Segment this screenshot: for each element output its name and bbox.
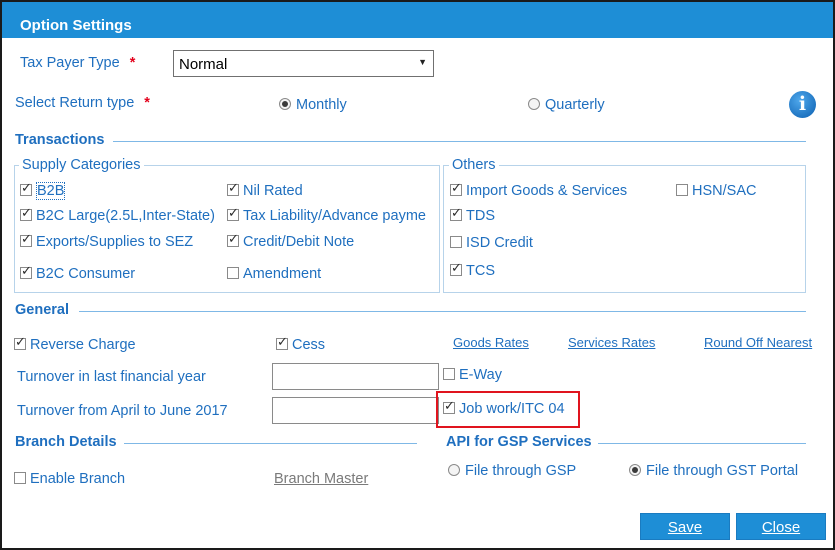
checkbox-label: Cess (292, 337, 326, 353)
checkbox-label: TDS (466, 208, 495, 224)
checkbox-label: B2C Consumer (36, 266, 136, 282)
option-settings-dialog: Option Settings Tax Payer Type * Normal ▼… (0, 0, 835, 550)
checkbox-reverse-charge[interactable]: Reverse Charge (14, 334, 136, 353)
branch-details-heading: Branch Details (15, 434, 117, 450)
api-gsp-heading: API for GSP Services (446, 434, 592, 450)
checkbox-credit-debit-note[interactable]: Credit/Debit Note (227, 231, 355, 250)
checkbox-tds[interactable]: TDS (450, 205, 495, 224)
turnover-last-year-label: Turnover in last financial year (17, 369, 206, 385)
general-divider (79, 311, 806, 312)
required-marker: * (129, 55, 136, 71)
services-rates-link[interactable]: Services Rates (568, 335, 655, 350)
transactions-heading: Transactions (15, 132, 105, 148)
turnover-april-june-input[interactable] (272, 397, 439, 424)
tax-payer-type-label: Tax Payer Type * (20, 55, 135, 71)
round-off-nearest-link[interactable]: Round Off Nearest (704, 335, 812, 350)
checkbox-unchecked-icon[interactable] (14, 472, 26, 484)
checkbox-nil-rated[interactable]: Nil Rated (227, 180, 303, 199)
checkbox-unchecked-icon[interactable] (676, 184, 688, 196)
checkbox-import-goods[interactable]: Import Goods & Services (450, 180, 628, 199)
tax-payer-type-text: Tax Payer Type (20, 55, 120, 71)
checkbox-eway[interactable]: E-Way (443, 367, 502, 383)
checkbox-label: Tax Liability/Advance payme (243, 208, 426, 224)
radio-quarterly[interactable]: Quarterly (528, 97, 605, 113)
chevron-down-icon: ▼ (418, 57, 427, 67)
checkbox-b2c-large[interactable]: B2C Large(2.5L,Inter-State) (20, 205, 215, 224)
branch-master-link[interactable]: Branch Master (274, 471, 368, 487)
checkbox-unchecked-icon[interactable] (227, 267, 239, 279)
checkbox-cess[interactable]: Cess (276, 334, 326, 353)
radio-quarterly-label: Quarterly (545, 97, 605, 113)
checkbox-b2b[interactable]: B2B (20, 180, 66, 200)
radio-monthly-label: Monthly (296, 97, 347, 113)
checkbox-checked-icon[interactable] (20, 231, 32, 247)
transactions-divider (113, 141, 806, 142)
checkbox-label: Amendment (243, 266, 322, 282)
supply-categories-legend: Supply Categories (19, 157, 144, 173)
checkbox-checked-icon[interactable] (227, 208, 239, 221)
radio-monthly[interactable]: Monthly (279, 97, 347, 113)
highlight-box (436, 391, 580, 428)
checkbox-label: Credit/Debit Note (243, 234, 355, 250)
turnover-april-june-label: Turnover from April to June 2017 (17, 403, 228, 419)
general-heading: General (15, 302, 69, 318)
checkbox-checked-icon[interactable] (227, 180, 239, 196)
checkbox-label: Reverse Charge (30, 337, 136, 353)
checkbox-checked-icon[interactable] (20, 205, 32, 221)
checkbox-isd-credit[interactable]: ISD Credit (450, 235, 533, 251)
checkbox-unchecked-icon[interactable] (443, 368, 455, 380)
radio-file-through-gsp[interactable]: File through GSP (448, 463, 576, 479)
radio-file-through-gst-portal[interactable]: File through GST Portal (629, 463, 798, 479)
checkbox-amendment[interactable]: Amendment (227, 266, 321, 282)
dialog-title: Option Settings (2, 2, 833, 38)
checkbox-tcs[interactable]: TCS (450, 260, 495, 279)
checkbox-label: Exports/Supplies to SEZ (36, 234, 194, 250)
radio-label: File through GST Portal (646, 463, 799, 479)
checkbox-checked-icon[interactable] (450, 180, 462, 196)
tax-payer-type-select[interactable]: Normal ▼ (173, 50, 434, 77)
checkbox-label: TCS (466, 263, 495, 279)
return-type-text: Select Return type (15, 95, 135, 111)
checkbox-checked-icon[interactable] (450, 205, 462, 221)
return-type-label: Select Return type * (15, 95, 150, 111)
required-marker: * (144, 95, 150, 111)
close-button[interactable]: Close (736, 513, 826, 540)
checkbox-checked-icon[interactable] (14, 334, 26, 350)
checkbox-checked-icon[interactable] (20, 180, 32, 196)
checkbox-tax-liability[interactable]: Tax Liability/Advance payme (227, 208, 439, 224)
tax-payer-type-value: Normal (179, 56, 228, 73)
radio-unselected-icon[interactable] (528, 98, 540, 110)
radio-unselected-icon[interactable] (448, 464, 460, 476)
radio-selected-icon[interactable] (279, 98, 291, 110)
checkbox-b2c-consumer[interactable]: B2C Consumer (20, 263, 136, 282)
checkbox-label: Enable Branch (30, 471, 126, 487)
api-divider (598, 443, 806, 444)
checkbox-label: Import Goods & Services (466, 183, 628, 199)
checkbox-enable-branch[interactable]: Enable Branch (14, 471, 125, 487)
checkbox-label: B2B (36, 182, 66, 200)
goods-rates-link[interactable]: Goods Rates (453, 335, 529, 350)
radio-label: File through GSP (465, 463, 577, 479)
checkbox-exports-sez[interactable]: Exports/Supplies to SEZ (20, 231, 194, 250)
checkbox-checked-icon[interactable] (227, 231, 239, 247)
save-button[interactable]: Save (640, 513, 730, 540)
turnover-last-year-input[interactable] (272, 363, 439, 390)
radio-selected-icon[interactable] (629, 464, 641, 476)
checkbox-label: HSN/SAC (692, 183, 757, 199)
checkbox-label: ISD Credit (466, 235, 533, 251)
others-legend: Others (449, 157, 499, 173)
checkbox-checked-icon[interactable] (20, 263, 32, 279)
checkbox-hsn-sac[interactable]: HSN/SAC (676, 183, 756, 199)
checkbox-label: B2C Large(2.5L,Inter-State) (36, 208, 215, 224)
checkbox-unchecked-icon[interactable] (450, 236, 462, 248)
checkbox-checked-icon[interactable] (276, 334, 288, 350)
checkbox-label: E-Way (459, 367, 502, 383)
branch-divider (124, 443, 417, 444)
info-icon[interactable]: i (789, 91, 816, 118)
checkbox-checked-icon[interactable] (450, 260, 462, 276)
checkbox-label: Nil Rated (243, 183, 303, 199)
